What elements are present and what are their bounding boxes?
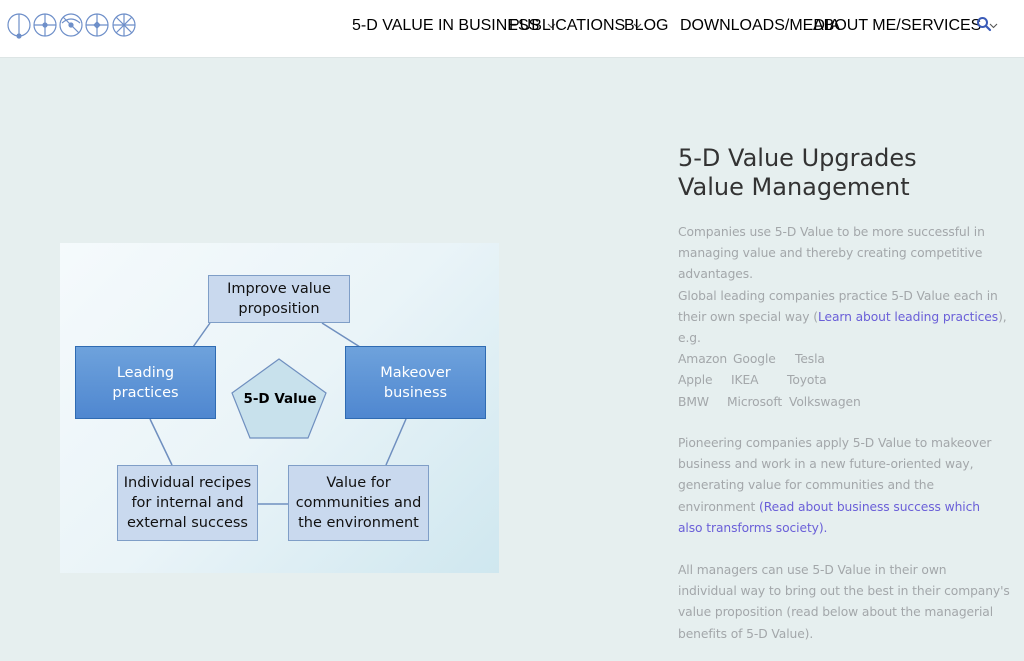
node-leading-practices: Leading practices	[75, 346, 216, 419]
nav-label: PUBLICATIONS	[509, 17, 626, 34]
node-individual-recipes: Individual recipes for internal and extern…	[117, 465, 258, 541]
page-title: 5-D Value Upgrades Value Management	[678, 144, 917, 201]
link-business-success-cont[interactable]: also transforms society).	[678, 521, 827, 535]
company-row: BMW Microsoft Volkswagen	[678, 394, 861, 409]
nav-label: BLOG	[624, 17, 669, 34]
link-leading-practices[interactable]: Learn about leading practices	[818, 310, 998, 324]
paragraph-pioneering: Pioneering companies apply 5-D Value to …	[678, 436, 992, 535]
node-makeover-business: Makeover business	[345, 346, 486, 419]
company-row: Amazon Google Tesla	[678, 352, 825, 367]
nav-label: ABOUT ME/SERVICES	[813, 17, 982, 34]
center-label: 5-D Value	[243, 391, 317, 407]
link-business-success[interactable]: (Read about business success which	[759, 500, 980, 514]
site-header: 5-D VALUE IN BUSINESS PUBLICATIONS BLOG …	[0, 0, 1024, 58]
nav-about-me-services[interactable]: ABOUT ME/SERVICES	[813, 17, 998, 35]
paragraph-managers: All managers can use 5-D Value in their …	[678, 563, 1010, 641]
five-d-value-diagram: Improve value proposition Leading practice…	[60, 243, 499, 573]
site-logo[interactable]	[6, 10, 138, 40]
nav-publications[interactable]: PUBLICATIONS	[509, 17, 642, 35]
nav-blog[interactable]: BLOG	[624, 17, 668, 35]
paragraph-intro: Companies use 5-D Value to be more succe…	[678, 222, 1008, 413]
search-icon[interactable]	[976, 16, 992, 32]
node-value-for-communities: Value for communities and the environment	[288, 465, 429, 541]
node-improve-value-proposition: Improve value proposition	[208, 275, 350, 323]
company-row: Apple IKEA Toyota	[678, 373, 827, 388]
